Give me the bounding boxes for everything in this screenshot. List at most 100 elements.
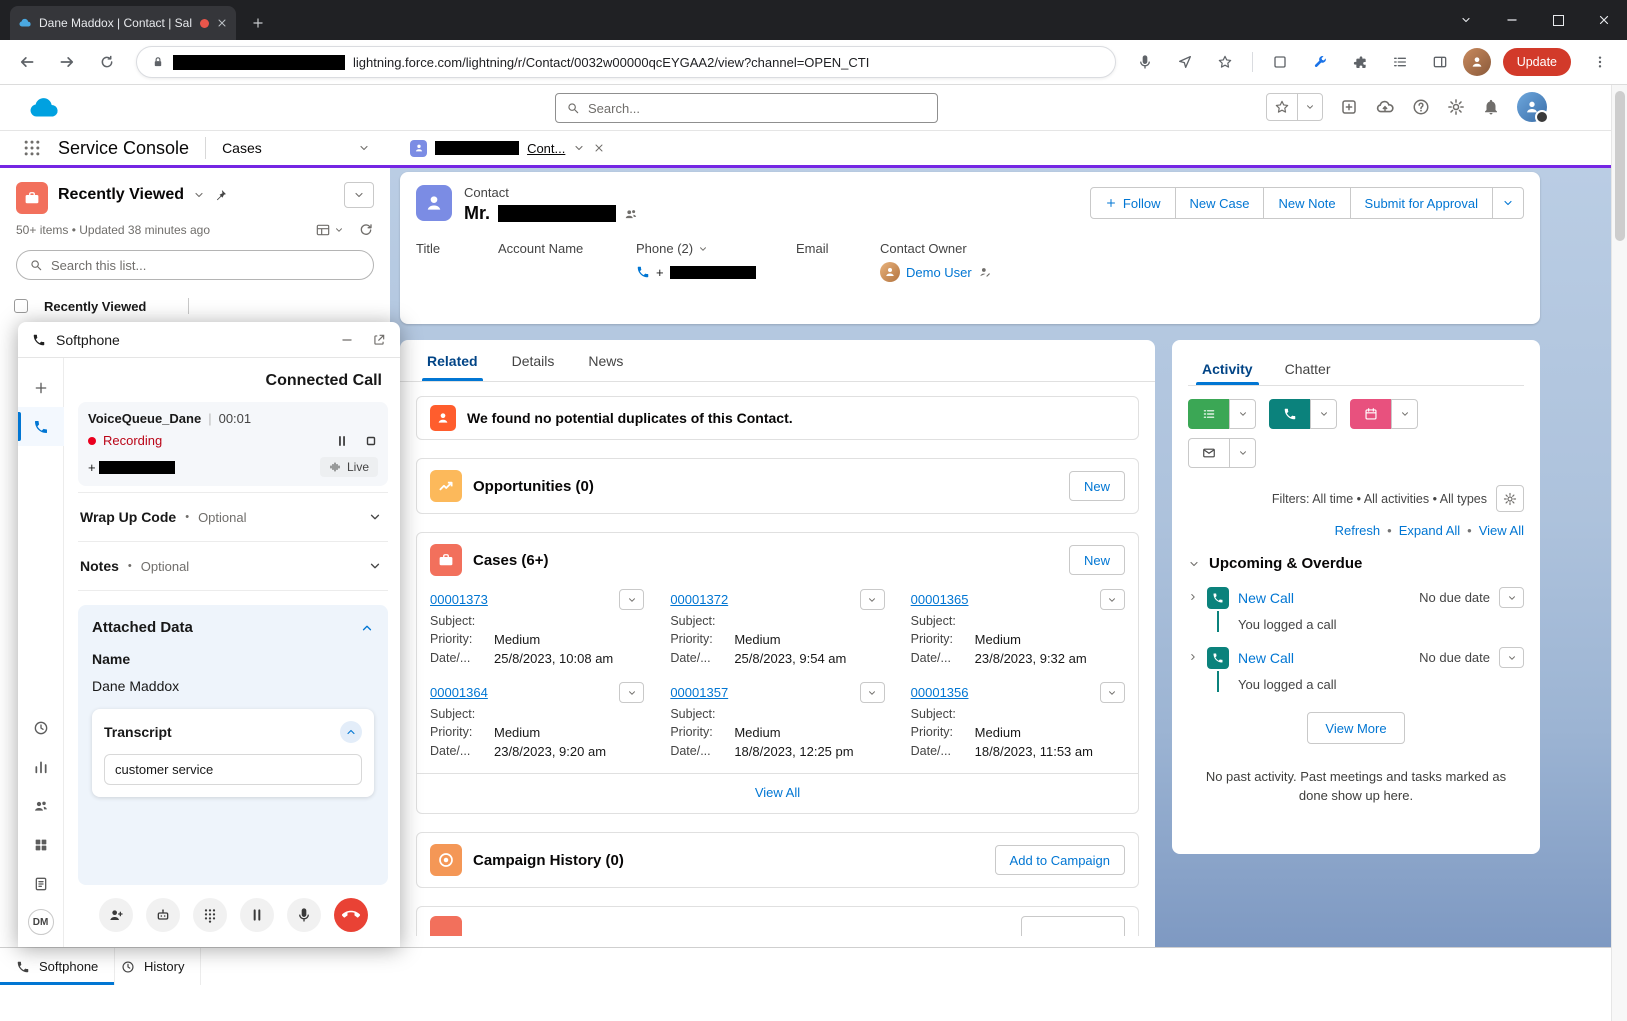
follow-button[interactable]: Follow (1090, 187, 1176, 219)
notifications-bell-icon[interactable] (1482, 98, 1500, 116)
tab-details[interactable]: Details (495, 340, 572, 381)
case-number-link[interactable]: 00001365 (911, 592, 969, 607)
nav-item-dropdown-icon[interactable] (358, 142, 370, 154)
cases-title[interactable]: Cases (6+) (473, 552, 548, 569)
rail-add-icon[interactable] (18, 368, 64, 407)
view-all-cases-link[interactable]: View All (755, 785, 800, 800)
timeline-item-actions-button[interactable] (1499, 587, 1524, 608)
attached-data-collapse-icon[interactable] (360, 621, 374, 635)
global-actions-icon[interactable] (1340, 98, 1358, 116)
bot-assist-button[interactable] (146, 898, 180, 932)
rail-notes-icon[interactable] (18, 864, 64, 903)
case-row-actions-button[interactable] (1100, 589, 1125, 610)
column-divider[interactable] (188, 298, 189, 314)
case-row-actions-button[interactable] (860, 682, 885, 703)
dialpad-button[interactable] (193, 898, 227, 932)
add-participant-button[interactable] (99, 898, 133, 932)
window-close-button[interactable] (1581, 0, 1627, 40)
new-tab-button[interactable] (244, 9, 272, 37)
stop-recording-icon[interactable] (364, 434, 378, 448)
timeline-item-link[interactable]: New Call (1238, 590, 1294, 606)
utility-history-tab[interactable]: History (105, 948, 201, 985)
new-task-dropdown-button[interactable] (1229, 399, 1256, 429)
list-view-select-icon[interactable] (193, 189, 205, 201)
case-number-link[interactable]: 00001357 (670, 685, 728, 700)
upcoming-overdue-section-header[interactable]: Upcoming & Overdue (1188, 555, 1524, 572)
phone-dropdown-icon[interactable] (698, 244, 708, 254)
row-checkbox[interactable] (14, 299, 28, 313)
window-minimize-button[interactable] (1489, 0, 1535, 40)
notes-expand-icon[interactable] (368, 559, 382, 573)
browser-tab[interactable]: Dane Maddox | Contact | Sal (10, 6, 236, 40)
utility-softphone-tab[interactable]: Softphone (0, 948, 115, 985)
case-number-link[interactable]: 00001372 (670, 592, 728, 607)
tab-search-button[interactable] (1443, 0, 1489, 40)
email-dropdown-button[interactable] (1229, 438, 1256, 468)
timeline-item-link[interactable]: New Call (1238, 650, 1294, 666)
end-call-button[interactable] (334, 898, 368, 932)
tab-chatter[interactable]: Chatter (1271, 352, 1345, 385)
app-launcher-waffle-icon[interactable] (22, 138, 42, 158)
new-task-button[interactable] (1188, 399, 1230, 429)
display-as-button[interactable] (315, 222, 344, 238)
reload-button[interactable] (90, 45, 124, 79)
new-event-button[interactable] (1350, 399, 1392, 429)
rail-phone-icon[interactable] (18, 407, 64, 446)
extension-wrench-icon[interactable] (1303, 45, 1337, 79)
expand-row-icon[interactable] (1188, 652, 1198, 662)
reading-list-icon[interactable] (1383, 45, 1417, 79)
expand-row-icon[interactable] (1188, 592, 1198, 602)
log-a-call-button[interactable] (1269, 399, 1311, 429)
browser-profile-avatar[interactable] (1463, 48, 1491, 76)
timeline-item-actions-button[interactable] (1499, 647, 1524, 668)
owner-link[interactable]: Demo User (906, 265, 972, 280)
submit-for-approval-button[interactable]: Submit for Approval (1350, 187, 1493, 219)
email-button[interactable] (1188, 438, 1230, 468)
transcript-collapse-icon[interactable] (340, 721, 362, 743)
view-all-activity-link[interactable]: View All (1479, 523, 1524, 538)
list-controls-button[interactable] (344, 182, 374, 208)
partial-card-button[interactable] (1021, 916, 1125, 936)
rail-history-icon[interactable] (18, 708, 64, 747)
change-owner-icon[interactable] (978, 265, 992, 279)
agent-avatar[interactable]: DM (28, 909, 54, 935)
tab-close-icon[interactable] (216, 17, 228, 29)
workspace-tab-dropdown-icon[interactable] (573, 142, 585, 154)
new-event-dropdown-button[interactable] (1391, 399, 1418, 429)
favorites-star-icon[interactable] (1267, 94, 1297, 120)
case-row-actions-button[interactable] (619, 682, 644, 703)
workspace-tab-close-icon[interactable] (593, 142, 605, 154)
update-button[interactable]: Update (1503, 48, 1571, 76)
view-more-button[interactable]: View More (1307, 712, 1404, 744)
mute-button[interactable] (287, 898, 321, 932)
opportunities-title[interactable]: Opportunities (0) (473, 478, 594, 495)
list-view-title[interactable]: Recently Viewed (58, 186, 184, 204)
softphone-minimize-icon[interactable] (340, 333, 354, 347)
rail-chart-icon[interactable] (18, 747, 64, 786)
case-number-link[interactable]: 00001364 (430, 685, 488, 700)
notes-section[interactable]: Notes • Optional (78, 542, 388, 591)
scrollbar-thumb[interactable] (1615, 91, 1625, 241)
list-row[interactable]: Recently Viewed (0, 298, 390, 314)
extension-box-icon[interactable] (1263, 45, 1297, 79)
new-note-button[interactable]: New Note (1263, 187, 1350, 219)
new-case-button[interactable]: New Case (1175, 187, 1265, 219)
favorites-dropdown-icon[interactable] (1297, 94, 1322, 120)
case-number-link[interactable]: 00001373 (430, 592, 488, 607)
help-icon[interactable] (1412, 98, 1430, 116)
section-collapse-icon[interactable] (1188, 558, 1200, 570)
contact-hierarchy-icon[interactable] (624, 207, 638, 221)
tab-related[interactable]: Related (410, 340, 495, 381)
nav-item-cases[interactable]: Cases (222, 140, 374, 156)
new-case-list-button[interactable]: New (1069, 545, 1125, 575)
case-number-link[interactable]: 00001356 (911, 685, 969, 700)
campaign-history-title[interactable]: Campaign History (0) (473, 852, 624, 869)
add-to-campaign-button[interactable]: Add to Campaign (995, 845, 1125, 875)
rail-apps-grid-icon[interactable] (18, 825, 64, 864)
list-search-input[interactable]: Search this list... (16, 250, 374, 280)
bookmark-star-icon[interactable] (1208, 45, 1242, 79)
new-opportunity-button[interactable]: New (1069, 471, 1125, 501)
cloud-upload-icon[interactable] (1375, 97, 1395, 117)
wrap-up-expand-icon[interactable] (368, 510, 382, 524)
user-avatar[interactable] (1517, 92, 1547, 122)
